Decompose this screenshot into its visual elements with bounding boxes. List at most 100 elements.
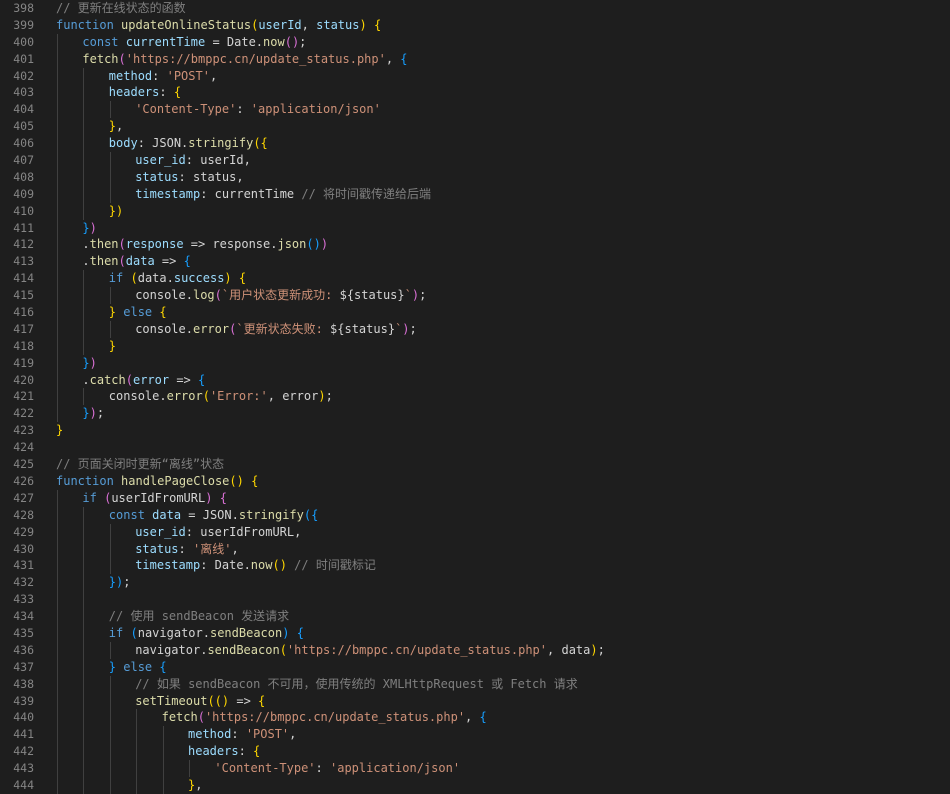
code-token: user_id bbox=[135, 153, 186, 168]
code-line[interactable]: 402 method: 'POST', bbox=[0, 67, 950, 85]
line-number: 423 bbox=[13, 423, 34, 438]
code-line[interactable]: 432}); bbox=[0, 574, 950, 592]
indent-guide bbox=[83, 84, 85, 102]
code-token: } bbox=[82, 406, 90, 421]
code-token: currentTime bbox=[125, 34, 206, 49]
code-token: // 使用 sendBeacon 发送请求 bbox=[108, 609, 290, 624]
code-token: 'application/json' bbox=[330, 761, 461, 776]
code-token: . bbox=[82, 237, 90, 252]
code-token: then bbox=[89, 254, 119, 269]
line-number: 421 bbox=[13, 389, 34, 404]
line-number: 425 bbox=[13, 457, 34, 472]
code-line[interactable]: 434 // 使用 sendBeacon 发送请求 bbox=[0, 608, 950, 625]
code-line[interactable]: 412 .then(response => response.json()) bbox=[0, 236, 950, 254]
code-line[interactable]: 428 const data = JSON.stringify({ bbox=[0, 506, 950, 524]
indent-guide bbox=[83, 574, 85, 592]
code-line[interactable]: 411}) bbox=[0, 219, 950, 237]
code-text: const data = JSON.stringify({ bbox=[56, 506, 950, 524]
code-line[interactable]: 426 function handlePageClose() { bbox=[0, 473, 950, 490]
code-line[interactable]: 406 body: JSON.stringify({ bbox=[0, 135, 950, 153]
code-line[interactable]: 443 'Content-Type': 'application/json' bbox=[0, 760, 950, 777]
code-line[interactable]: 401 fetch('https://bmppc.cn/update_status… bbox=[0, 50, 950, 68]
code-line[interactable]: 424 bbox=[0, 439, 950, 456]
code-line[interactable]: 417 console.error(`更新状态失败: ${status}`); bbox=[0, 320, 950, 338]
code-line[interactable]: 430 status: '离线', bbox=[0, 540, 950, 558]
code-line[interactable]: 435 if (navigator.sendBeacon) { bbox=[0, 624, 950, 642]
line-number: 403 bbox=[13, 85, 34, 100]
code-line[interactable]: 409 timestamp: currentTime // 将时间戳传递给后端 bbox=[0, 185, 950, 203]
code-token: = Date. bbox=[205, 34, 264, 49]
code-text: }); bbox=[56, 574, 950, 592]
code-token: response bbox=[125, 237, 184, 252]
code-token: . bbox=[82, 372, 90, 387]
code-line[interactable]: 423} bbox=[0, 422, 950, 439]
line-number: 407 bbox=[13, 153, 34, 168]
code-text: timestamp: Date.now() // 时间戳标记 bbox=[56, 557, 950, 575]
indent-guide bbox=[109, 557, 111, 575]
indent-guide bbox=[83, 540, 85, 558]
indent-guide bbox=[83, 388, 85, 406]
line-number: 402 bbox=[13, 68, 34, 83]
code-line[interactable]: 431 timestamp: Date.now() // 时间戳标记 bbox=[0, 557, 950, 575]
code-line[interactable]: 418} bbox=[0, 337, 950, 355]
code-line[interactable]: 398 // 更新在线状态的函数 bbox=[0, 0, 950, 17]
code-line[interactable]: 420 .catch(error => { bbox=[0, 371, 950, 389]
code-token: function bbox=[56, 473, 122, 488]
code-line[interactable]: 403 headers: { bbox=[0, 84, 950, 102]
code-token: else bbox=[116, 659, 160, 674]
code-line[interactable]: 408 status: status, bbox=[0, 168, 950, 186]
code-line[interactable]: 421 console.error('Error:', error); bbox=[0, 388, 950, 406]
indent-guide bbox=[83, 591, 85, 609]
code-line[interactable]: 433 bbox=[0, 591, 950, 609]
code-line[interactable]: 422}); bbox=[0, 405, 950, 423]
code-token: ) bbox=[89, 355, 97, 370]
code-token: : currentTime bbox=[200, 186, 302, 201]
code-line[interactable]: 413 .then(data => { bbox=[0, 253, 950, 271]
indent-guide bbox=[83, 101, 85, 119]
code-line[interactable]: 414 if (data.success) { bbox=[0, 270, 950, 288]
line-number: 432 bbox=[13, 575, 34, 590]
code-token: fetch bbox=[161, 710, 198, 725]
indent-guide bbox=[162, 726, 164, 744]
code-token: const bbox=[108, 507, 153, 522]
code-line[interactable]: 410}) bbox=[0, 202, 950, 220]
code-line[interactable]: 416} else { bbox=[0, 304, 950, 321]
code-line[interactable]: 439 setTimeout(() => { bbox=[0, 692, 950, 710]
code-token: { bbox=[253, 744, 261, 759]
code-line[interactable]: 404 'Content-Type': 'application/json' bbox=[0, 101, 950, 119]
code-line[interactable]: 438 // 如果 sendBeacon 不可用，使用传统的 XMLHttpReq… bbox=[0, 675, 950, 693]
code-text: status: status, bbox=[56, 168, 950, 186]
indent-guide bbox=[109, 776, 111, 794]
code-line[interactable]: 436 navigator.sendBeacon('https://bmppc.c… bbox=[0, 641, 950, 659]
code-line[interactable]: 429 user_id: userIdFromURL, bbox=[0, 523, 950, 541]
code-line[interactable]: 419}) bbox=[0, 354, 950, 372]
code-line[interactable]: 405}, bbox=[0, 118, 950, 136]
code-line[interactable]: 441 method: 'POST', bbox=[0, 726, 950, 744]
indent-guide bbox=[83, 760, 85, 777]
indent-guide bbox=[136, 743, 138, 761]
code-token: , data bbox=[547, 642, 591, 657]
code-line[interactable]: 425 // 页面关闭时更新“离线”状态 bbox=[0, 456, 950, 473]
code-token: user_id bbox=[135, 524, 186, 539]
code-token: : bbox=[236, 102, 251, 117]
code-token: status bbox=[135, 541, 179, 556]
code-line[interactable]: 399 function updateOnlineStatus(userId, s… bbox=[0, 17, 950, 34]
code-line[interactable]: 442 headers: { bbox=[0, 743, 950, 761]
code-line[interactable]: 415 console.log(`用户状态更新成功: ${status}`); bbox=[0, 287, 950, 305]
code-line[interactable]: 407 user_id: userId, bbox=[0, 152, 950, 169]
code-token: handlePageClose bbox=[121, 473, 230, 488]
code-line[interactable]: 444}, bbox=[0, 776, 950, 794]
code-text: if (userIdFromURL) { bbox=[56, 489, 950, 507]
code-line[interactable]: 427 if (userIdFromURL) { bbox=[0, 489, 950, 507]
indent-guide bbox=[57, 760, 58, 777]
code-line[interactable]: 440 fetch('https://bmppc.cn/update_status… bbox=[0, 709, 950, 727]
code-line[interactable]: 400 const currentTime = Date.now(); bbox=[0, 33, 950, 51]
code-token: timestamp bbox=[135, 558, 201, 573]
code-editor[interactable]: 398 // 更新在线状态的函数 399 function updateOnlineS… bbox=[0, 0, 950, 794]
code-token: 'Content-Type' bbox=[214, 761, 316, 776]
code-token: setTimeout bbox=[135, 693, 208, 708]
code-line[interactable]: 437} else { bbox=[0, 658, 950, 676]
indent-guide bbox=[109, 101, 111, 119]
